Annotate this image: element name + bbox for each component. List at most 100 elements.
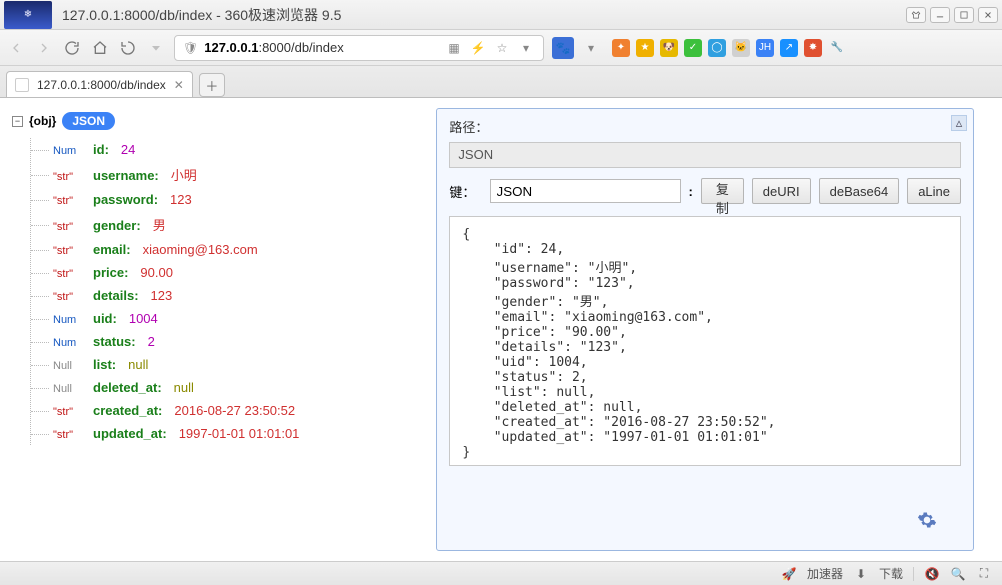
download-icon[interactable]: ⬇: [853, 566, 869, 582]
ext-icon-4[interactable]: ✓: [684, 39, 702, 57]
browser-toolbar: 🛡 127.0.0.1:8000/db/index ▦ ⚡ ☆ ▾ 🐾 ▾ ✦ …: [0, 30, 1002, 66]
dropdown-history[interactable]: [146, 38, 166, 58]
deuri-button[interactable]: deURI: [752, 178, 811, 204]
tree-root[interactable]: − {obj} JSON: [12, 112, 418, 130]
key-colon: :: [105, 142, 109, 157]
tab-close-icon[interactable]: ✕: [174, 78, 184, 92]
key-input[interactable]: [490, 179, 681, 203]
key-value: 1004: [129, 311, 158, 326]
minimize-button[interactable]: [930, 7, 950, 23]
extension-icons: ✦ ★ 🐶 ✓ ◯ 🐱 JH ↗ ✸ 🔧: [612, 39, 846, 57]
gear-icon[interactable]: [917, 510, 937, 530]
key-colon: :: [154, 192, 158, 207]
tree-row[interactable]: "str"password : 123: [31, 188, 418, 211]
detail-panel: ▵ 路径： JSON 键： : 复制 deURI deBase64 aLine …: [436, 108, 974, 551]
home-button[interactable]: [90, 38, 110, 58]
forward-button[interactable]: [34, 38, 54, 58]
key-value: 2016-08-27 23:50:52: [174, 403, 295, 418]
ext-icon-7[interactable]: JH: [756, 39, 774, 57]
status-accel[interactable]: 加速器: [807, 565, 843, 582]
tree-row[interactable]: Nulldeleted_at : null: [31, 376, 418, 399]
zoom-icon[interactable]: 🔍: [950, 566, 966, 582]
status-sep: [913, 567, 914, 581]
key-name: updated_at: [93, 426, 162, 441]
tree-row[interactable]: "str"email : xiaoming@163.com: [31, 238, 418, 261]
collapse-icon[interactable]: −: [12, 116, 23, 127]
flash-icon[interactable]: ⚡: [469, 39, 487, 57]
key-name: password: [93, 192, 154, 207]
root-json-badge[interactable]: JSON: [62, 112, 115, 130]
tree-row[interactable]: "str"details : 123: [31, 284, 418, 307]
ext-icon-6[interactable]: 🐱: [732, 39, 750, 57]
page-content: − {obj} JSON Numid : 24"str"username : 小…: [0, 98, 1002, 561]
key-colon: :: [689, 184, 693, 199]
key-value: 1997-01-01 01:01:01: [179, 426, 300, 441]
type-tag: "str": [53, 406, 87, 418]
json-tree-panel: − {obj} JSON Numid : 24"str"username : 小…: [0, 98, 426, 561]
ext-icon-9[interactable]: ✸: [804, 39, 822, 57]
key-value: 小明: [171, 165, 197, 184]
ext-icon-2[interactable]: ★: [636, 39, 654, 57]
json-textarea[interactable]: { "id": 24, "username": "小明", "password"…: [449, 216, 961, 466]
ext-icon-3[interactable]: 🐶: [660, 39, 678, 57]
copy-button[interactable]: 复制: [701, 178, 744, 204]
type-tag: "str": [53, 429, 87, 441]
key-value: xiaoming@163.com: [143, 242, 258, 257]
key-colon: :: [136, 218, 140, 233]
skin-button[interactable]: [906, 7, 926, 23]
type-tag: "str": [53, 245, 87, 257]
close-window-button[interactable]: [978, 7, 998, 23]
root-type-label: {obj}: [29, 114, 56, 128]
url-text: 127.0.0.1:8000/db/index: [204, 40, 439, 55]
scroll-up-icon[interactable]: ▵: [951, 115, 967, 131]
ext-icon-8[interactable]: ↗: [780, 39, 798, 57]
search-dropdown-icon[interactable]: ▾: [582, 39, 600, 57]
tree-row[interactable]: Numstatus : 2: [31, 330, 418, 353]
tab-title: 127.0.0.1:8000/db/index: [37, 78, 166, 92]
type-tag: "str": [53, 268, 87, 280]
key-row: 键： : 复制 deURI deBase64 aLine: [449, 178, 961, 204]
mute-icon[interactable]: 🔇: [924, 566, 940, 582]
path-label: 路径：: [449, 117, 961, 136]
rocket-icon[interactable]: 🚀: [781, 566, 797, 582]
key-name: username: [93, 168, 154, 183]
key-colon: :: [131, 334, 135, 349]
key-name: price: [93, 265, 124, 280]
paw-search-icon[interactable]: 🐾: [552, 37, 574, 59]
tree-row[interactable]: "str"username : 小明: [31, 161, 418, 188]
new-tab-button[interactable]: ＋: [199, 73, 225, 97]
status-download[interactable]: 下载: [879, 565, 903, 582]
tab-favicon: [15, 78, 29, 92]
qr-icon[interactable]: ▦: [445, 39, 463, 57]
path-value-box: JSON: [449, 142, 961, 168]
ext-icon-1[interactable]: ✦: [612, 39, 630, 57]
key-name: created_at: [93, 403, 158, 418]
debase64-button[interactable]: deBase64: [819, 178, 900, 204]
tree-row[interactable]: "str"updated_at : 1997-01-01 01:01:01: [31, 422, 418, 445]
key-value: null: [174, 380, 194, 395]
window-titlebar: ❄ 127.0.0.1:8000/db/index - 360极速浏览器 9.5: [0, 0, 1002, 30]
maximize-button[interactable]: [954, 7, 974, 23]
reload-button[interactable]: [62, 38, 82, 58]
tree-row[interactable]: Numuid : 1004: [31, 307, 418, 330]
tab-active[interactable]: 127.0.0.1:8000/db/index ✕: [6, 71, 193, 97]
wrench-icon[interactable]: 🔧: [828, 39, 846, 57]
type-tag: Null: [53, 360, 87, 372]
key-name: list: [93, 357, 112, 372]
tree-row[interactable]: Numid : 24: [31, 138, 418, 161]
fullscreen-icon[interactable]: ⛶: [976, 566, 992, 582]
key-colon: :: [134, 288, 138, 303]
address-bar[interactable]: 🛡 127.0.0.1:8000/db/index ▦ ⚡ ☆ ▾: [174, 35, 544, 61]
ext-icon-5[interactable]: ◯: [708, 39, 726, 57]
aline-button[interactable]: aLine: [907, 178, 961, 204]
tree-row[interactable]: "str"created_at : 2016-08-27 23:50:52: [31, 399, 418, 422]
app-icon: ❄: [4, 1, 52, 29]
tree-row[interactable]: Nulllist : null: [31, 353, 418, 376]
restore-button[interactable]: [118, 38, 138, 58]
tree-row[interactable]: "str"price : 90.00: [31, 261, 418, 284]
star-icon[interactable]: ☆: [493, 39, 511, 57]
back-button[interactable]: [6, 38, 26, 58]
url-dropdown-icon[interactable]: ▾: [517, 39, 535, 57]
tree-row[interactable]: "str"gender : 男: [31, 211, 418, 238]
key-value: 男: [153, 215, 166, 234]
